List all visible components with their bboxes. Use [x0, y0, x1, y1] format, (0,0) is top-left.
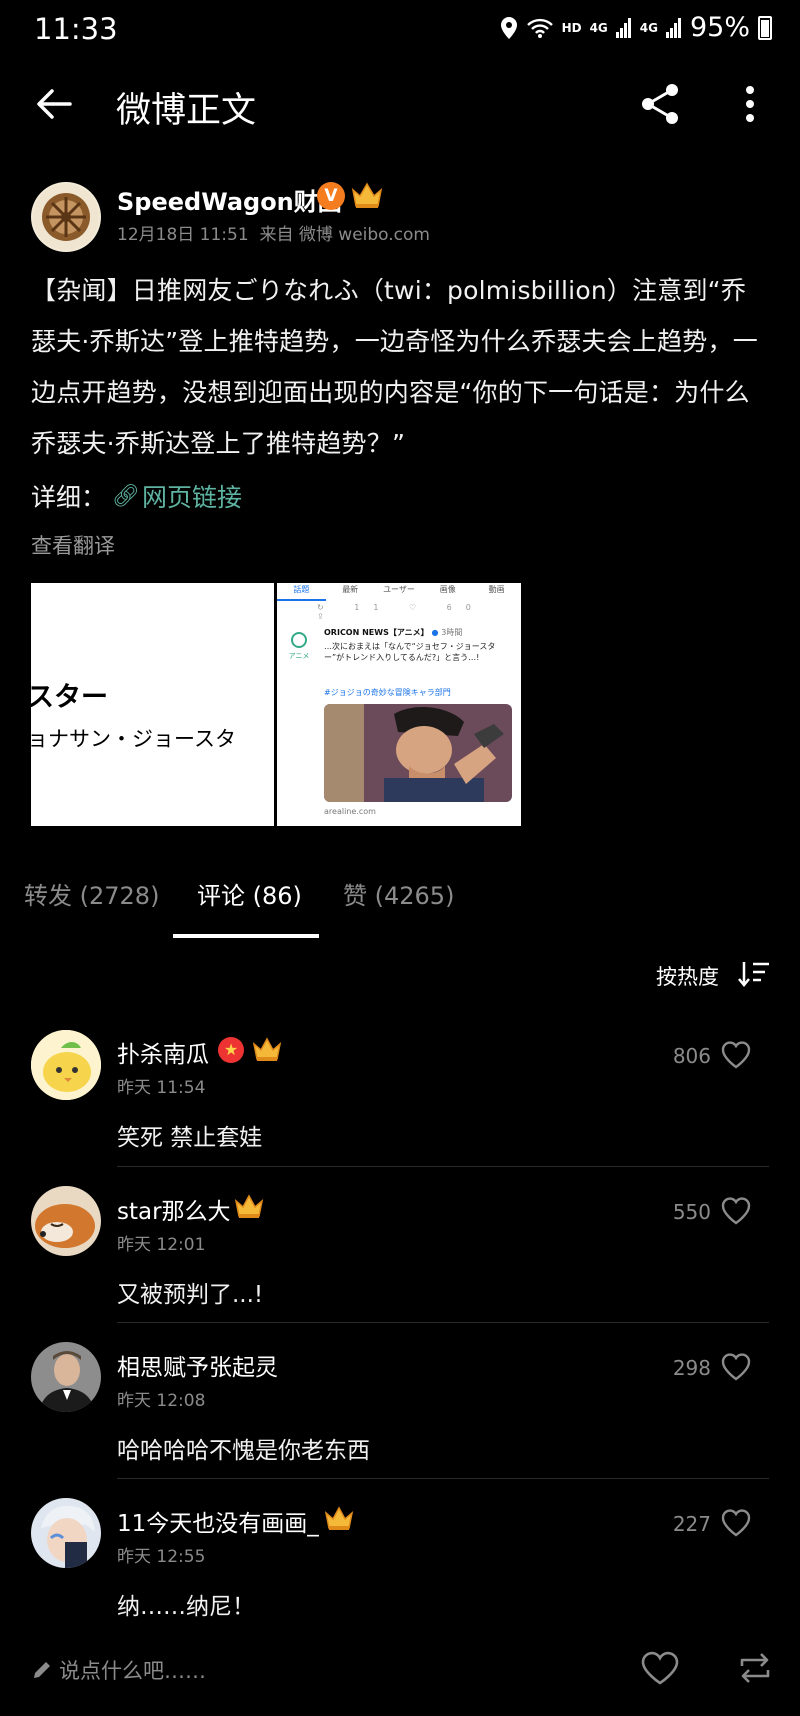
comment-text: 又被预判了...! — [117, 1282, 264, 1308]
comment-time: 昨天 12:08 — [117, 1391, 206, 1411]
sort-icon[interactable] — [738, 960, 770, 988]
post-meta: 12月18日 11:51 来自 微博 weibo.com — [117, 220, 430, 245]
twitter-tab-strip: 話題 最新 ユーザー 画像 動画 — [277, 583, 521, 601]
man-in-suit-avatar-icon — [31, 1342, 101, 1412]
signal-label-1: 4G — [589, 20, 608, 35]
comment-time: 昨天 11:54 — [117, 1078, 206, 1098]
heart-icon[interactable] — [720, 1352, 752, 1382]
image-text-line-1: スター — [31, 682, 108, 713]
page-title: 微博正文 — [116, 91, 257, 131]
comment-avatar[interactable] — [31, 1498, 101, 1568]
comment-text: 笑死 禁止套娃 — [117, 1125, 263, 1151]
comment-divider — [117, 1322, 769, 1323]
twitter-tab: 最新 — [342, 585, 359, 594]
comment-time: 昨天 12:01 — [117, 1235, 206, 1255]
like-post-heart-icon[interactable] — [640, 1650, 680, 1686]
post-image-2[interactable]: 話題 最新 ユーザー 画像 動画 ↻ 11 ♡ 60 ⇪ アニメ ORICON … — [277, 583, 521, 826]
comment-author[interactable]: star那么大 — [117, 1192, 231, 1226]
comment-like-count: 298 — [672, 1356, 711, 1380]
twitter-tab: 話題 — [277, 583, 326, 601]
tweet-verified-icon: ● — [431, 628, 439, 637]
comment-text: 纳……纳尼！ — [117, 1594, 255, 1620]
post-body: 【杂闻】日推网友ごりなれふ（twi：polmisbillion）注意到“乔瑟夫·… — [31, 276, 758, 458]
comment-compose-input[interactable]: 说点什么吧…… — [31, 1655, 206, 1685]
comment-divider — [117, 1166, 769, 1167]
comment-like-count: 227 — [672, 1512, 711, 1536]
tweet-account: ORICON NEWS【アニメ】 ● 3時間 — [324, 627, 462, 638]
comment-divider — [117, 1478, 769, 1479]
author-avatar[interactable] — [31, 182, 101, 252]
comment-author[interactable]: 11今天也没有画画_ — [117, 1504, 319, 1538]
translate-link[interactable]: 查看翻译 — [31, 530, 115, 560]
signal-icon — [615, 17, 631, 38]
battery-percent: 95% — [689, 12, 750, 43]
post-source: 来自 微博 weibo.com — [259, 225, 430, 245]
comment-time: 昨天 12:55 — [117, 1547, 206, 1567]
red-star-badge: ★ — [218, 1037, 244, 1063]
tweet-text: …次におまえは「なんで“ジョセフ・ジョースター”がトレンド入りしてるんだ?」と言… — [324, 642, 496, 662]
anime-boy-avatar-icon — [31, 1498, 101, 1568]
status-time: 11:33 — [34, 12, 118, 46]
post-date: 12月18日 11:51 — [117, 225, 249, 245]
link-icon: 🔗︎ — [112, 483, 140, 509]
verified-badge: V — [317, 182, 345, 210]
twitter-tab: 動画 — [488, 585, 505, 594]
crown-icon — [351, 182, 383, 208]
more-options-icon[interactable] — [730, 80, 770, 128]
detail-row: 详细： 🔗︎ 网页链接 — [31, 478, 242, 514]
post-image-1[interactable]: スター ョナサン・ジョースタ — [31, 583, 274, 826]
comment-avatar[interactable] — [31, 1030, 101, 1100]
comment-text: 哈哈哈哈不愧是你老东西 — [117, 1438, 370, 1464]
oricon-logo-icon — [291, 632, 307, 648]
tweet-image — [324, 704, 512, 802]
signal-icon-2 — [665, 17, 681, 38]
image-text-line-2: ョナサン・ジョースタ — [31, 727, 236, 751]
detail-label: 详细： — [31, 483, 107, 512]
tab-reposts[interactable]: 转发 (2728) — [24, 876, 159, 911]
battery-icon — [758, 15, 772, 40]
share-icon[interactable] — [636, 80, 684, 128]
author-name[interactable]: SpeedWagon财团 — [117, 182, 342, 217]
tweet-time: 3時間 — [441, 628, 463, 637]
fox-avatar-icon — [31, 1186, 101, 1256]
back-arrow-icon[interactable] — [30, 80, 78, 128]
speedwagon-logo-icon — [33, 184, 99, 250]
sort-by-hot[interactable]: 按热度 — [656, 961, 719, 991]
wifi-icon — [526, 18, 553, 38]
crown-icon — [234, 1194, 264, 1218]
comment-author[interactable]: 相思赋予张起灵 — [117, 1348, 278, 1382]
tweet-url: arealine.com — [324, 807, 376, 816]
signal-label-2: 4G — [639, 20, 658, 35]
comment-author[interactable]: 扑杀南瓜 — [117, 1035, 209, 1069]
tab-likes[interactable]: 赞 (4265) — [343, 876, 454, 911]
tab-comments[interactable]: 评论 (86) — [197, 876, 302, 911]
status-indicators: HD 4G 4G 95% — [500, 12, 772, 43]
crown-icon — [252, 1037, 282, 1061]
repost-icon[interactable] — [736, 1650, 774, 1686]
network-label: HD — [561, 20, 582, 35]
comment-avatar[interactable] — [31, 1186, 101, 1256]
comment-like-count: 806 — [672, 1044, 711, 1068]
twitter-tab: 画像 — [439, 585, 456, 594]
comment-like-count: 550 — [672, 1200, 711, 1224]
tweet-action-icons: ↻ 11 ♡ 60 ⇪ — [317, 603, 485, 621]
oricon-logo: アニメ — [287, 631, 311, 665]
heart-icon[interactable] — [720, 1508, 752, 1538]
compose-placeholder: 说点什么吧…… — [59, 1659, 206, 1683]
tweet-account-name: ORICON NEWS【アニメ】 — [324, 628, 429, 637]
crown-icon — [324, 1506, 354, 1530]
pencil-icon — [34, 1662, 50, 1678]
comment-avatar[interactable] — [31, 1342, 101, 1412]
active-tab-indicator — [173, 934, 319, 938]
twitter-tab: ユーザー — [383, 585, 415, 594]
web-link[interactable]: 网页链接 — [142, 478, 242, 514]
tweet-hashtag: #ジョジョの奇妙な冒険キャラ部門 — [324, 688, 451, 697]
heart-icon[interactable] — [720, 1196, 752, 1226]
location-icon — [500, 16, 517, 39]
oricon-logo-text: アニメ — [288, 652, 310, 660]
heart-icon[interactable] — [720, 1040, 752, 1070]
yellow-chick-avatar-icon — [31, 1030, 101, 1100]
jojo-illustration — [324, 704, 512, 802]
